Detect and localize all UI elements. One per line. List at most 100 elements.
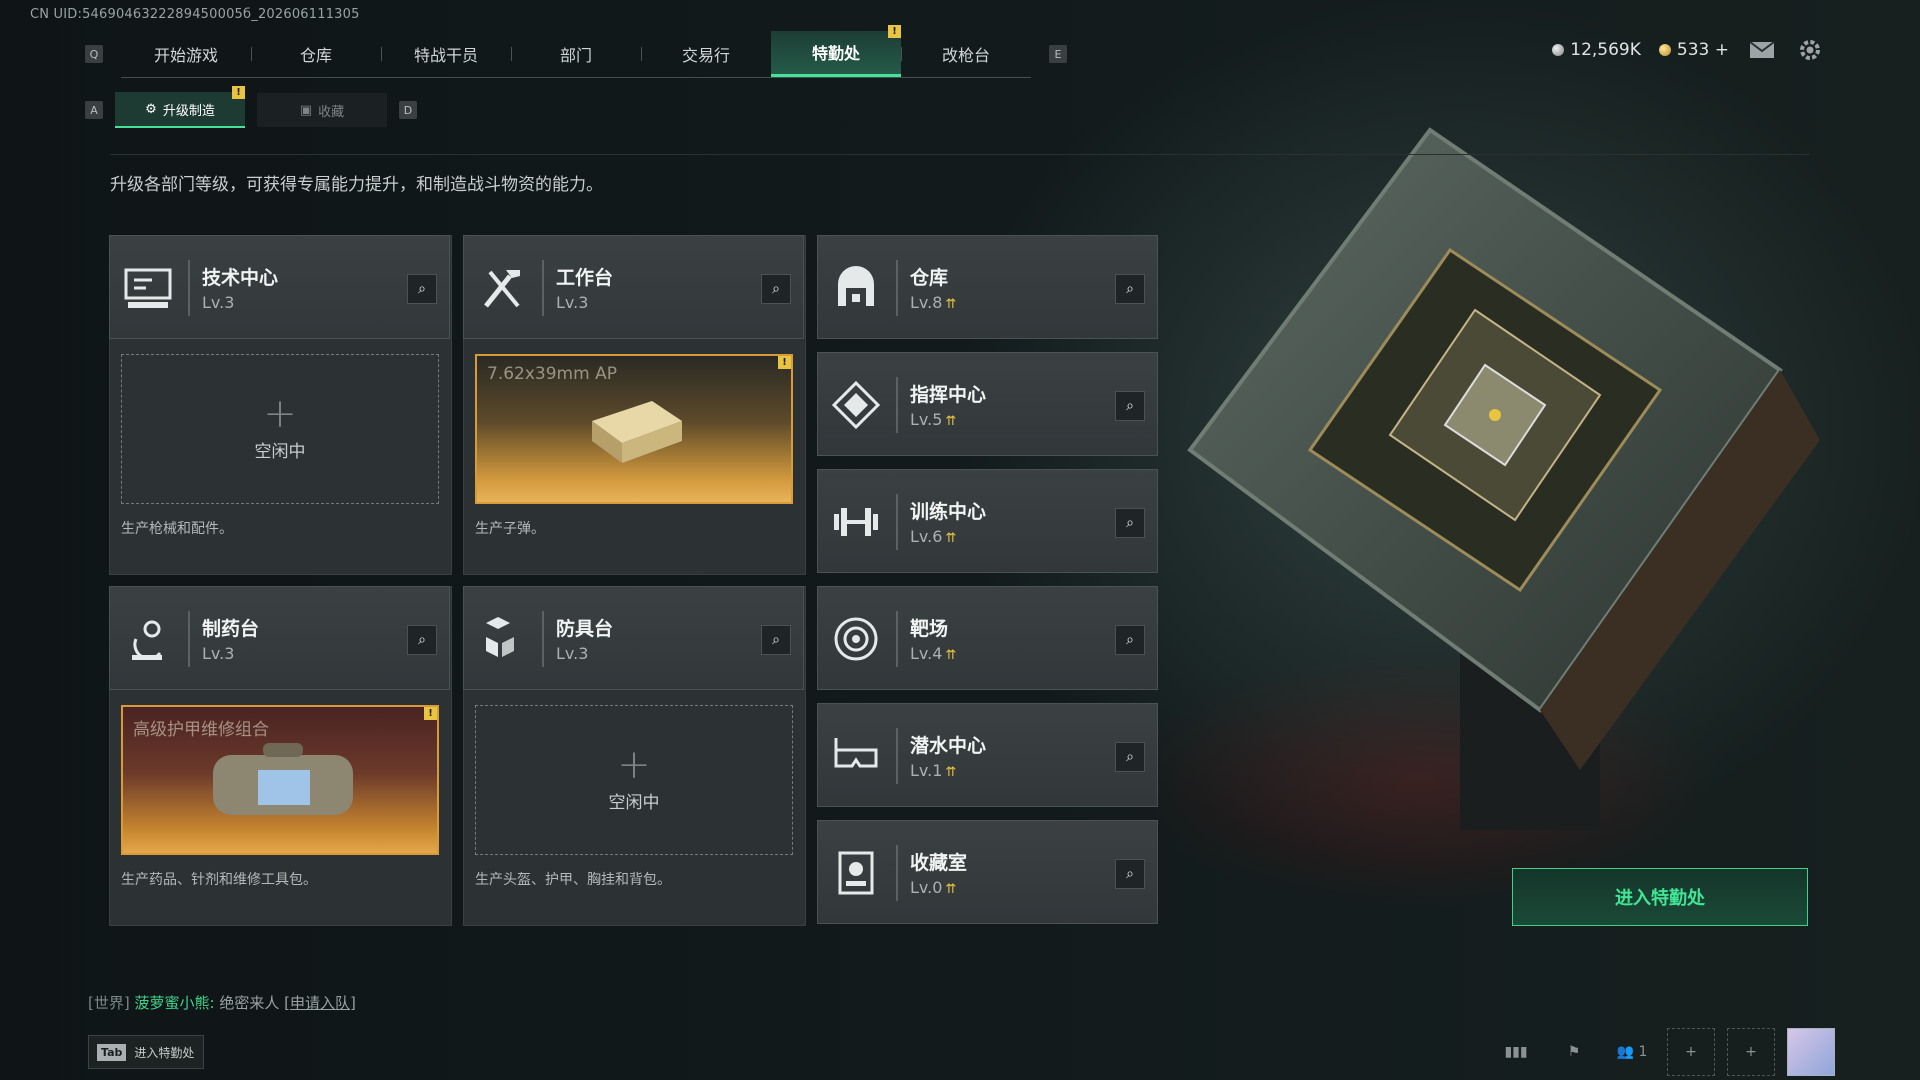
settings-button[interactable] xyxy=(1795,38,1825,62)
header-separator xyxy=(542,611,544,667)
production-desc: 生产枪械和配件。 xyxy=(121,521,233,537)
tab-operators[interactable]: 特战干员 xyxy=(381,31,511,77)
page-description: 升级各部门等级，可获得专属能力提升，和制造战斗物资的能力。 xyxy=(110,175,603,195)
friends-count: 1 xyxy=(1638,1044,1648,1060)
inspect-button[interactable]: ⌕ xyxy=(1115,625,1145,655)
flag-button[interactable]: ⚑ xyxy=(1551,1029,1597,1075)
add-slot-button[interactable]: + xyxy=(1727,1028,1775,1076)
idle-label: 空闲中 xyxy=(608,792,660,813)
friends-button[interactable]: 👥 1 xyxy=(1609,1029,1655,1075)
production-desc: 生产药品、针剂和维修工具包。 xyxy=(121,872,317,888)
training-center-card[interactable]: 训练中心 Lv.6 ⇈ ⌕ xyxy=(817,469,1158,573)
inspect-button[interactable]: ⌕ xyxy=(407,625,437,655)
sub-left-key[interactable]: A xyxy=(85,101,103,119)
mail-button[interactable] xyxy=(1747,38,1777,62)
department-name: 指挥中心 xyxy=(910,384,987,406)
add-slot-button[interactable]: + xyxy=(1667,1028,1715,1076)
target-icon xyxy=(834,617,878,661)
inspect-button[interactable]: ⌕ xyxy=(407,274,437,304)
inspect-button[interactable]: ⌕ xyxy=(1115,859,1145,889)
level-value: Lv.6 xyxy=(910,527,943,546)
inspect-button[interactable]: ⌕ xyxy=(761,625,791,655)
search-icon: ⌕ xyxy=(772,281,780,297)
add-currency-button[interactable]: + xyxy=(1715,40,1729,60)
display-case-icon xyxy=(838,851,874,895)
idle-label: 空闲中 xyxy=(254,441,306,462)
department-name: 训练中心 xyxy=(910,501,987,523)
search-icon: ⌕ xyxy=(772,632,780,648)
mail-icon xyxy=(1749,41,1775,58)
pharmacy-card: 制药台 Lv.3 ⌕ 高级护甲维修组合 ! 生产药品、针剂和维修工具包。 xyxy=(109,586,452,926)
search-icon: ⌕ xyxy=(1126,281,1134,297)
inspect-button[interactable]: ⌕ xyxy=(1115,391,1145,421)
inspect-button[interactable]: ⌕ xyxy=(1115,508,1145,538)
armor-table-header[interactable]: 防具台 Lv.3 ⌕ xyxy=(463,586,804,690)
chat-player-name[interactable]: 菠萝蜜小熊: xyxy=(135,994,215,1012)
gear-icon xyxy=(1800,40,1820,60)
collection-room-card[interactable]: 收藏室 Lv.0 ⇈ ⌕ xyxy=(817,820,1158,924)
header-separator xyxy=(188,611,190,667)
pharmacy-header[interactable]: 制药台 Lv.3 ⌕ xyxy=(109,586,450,690)
apply-join-link[interactable]: [申请入队] xyxy=(284,994,356,1012)
tab-hint-label: 进入特勤处 xyxy=(134,1045,195,1060)
plus-icon: + xyxy=(263,390,297,437)
microscope-icon xyxy=(132,620,162,660)
level-value: Lv.8 xyxy=(910,293,943,312)
alert-badge: ! xyxy=(888,24,901,38)
ammo-box-icon xyxy=(592,401,682,463)
department-level: Lv.0 ⇈ xyxy=(910,878,956,897)
crafting-slot[interactable]: 7.62x39mm AP ! xyxy=(475,354,793,504)
tab-special-ops[interactable]: 特勤处 ! xyxy=(771,24,901,77)
collection-icon: ▣ xyxy=(299,102,313,118)
inspect-button[interactable]: ⌕ xyxy=(1115,274,1145,304)
command-center-card[interactable]: 指挥中心 Lv.5 ⇈ ⌕ xyxy=(817,352,1158,456)
sub-right-key[interactable]: D xyxy=(399,101,417,119)
header-separator xyxy=(896,611,898,667)
department-name: 技术中心 xyxy=(202,267,279,289)
stats-button[interactable]: ▮▮▮ xyxy=(1493,1029,1539,1075)
world-chat-line: [世界] 菠萝蜜小熊: 绝密来人 [申请入队] xyxy=(88,992,356,1013)
shooting-range-card[interactable]: 靶场 Lv.4 ⇈ ⌕ xyxy=(817,586,1158,690)
diving-center-card[interactable]: 潜水中心 Lv.1 ⇈ ⌕ xyxy=(817,703,1158,807)
inspect-button[interactable]: ⌕ xyxy=(761,274,791,304)
tab-shortcut-hint[interactable]: Tab 进入特勤处 xyxy=(88,1035,204,1069)
inspect-button[interactable]: ⌕ xyxy=(1115,742,1145,772)
workbench-header[interactable]: 工作台 Lv.3 ⌕ xyxy=(463,235,804,339)
upgrade-icon: ⚙ xyxy=(145,101,157,117)
tab-gunsmith[interactable]: 改枪台 xyxy=(901,31,1031,77)
tab-warehouse[interactable]: 仓库 xyxy=(251,31,381,77)
tab-upgrade-craft-label: 升级制造 xyxy=(162,103,215,119)
tech-center-header[interactable]: 技术中心 Lv.3 ⌕ xyxy=(109,235,450,339)
tab-start-game[interactable]: 开始游戏 xyxy=(121,31,251,77)
tab-trade[interactable]: 交易行 xyxy=(641,31,771,77)
idle-slot[interactable]: + 空闲中 xyxy=(475,705,793,855)
level-value: Lv.0 xyxy=(910,878,943,897)
bar-chart-icon: ▮▮▮ xyxy=(1504,1044,1528,1060)
friends-icon: 👥 xyxy=(1616,1044,1635,1060)
department-name: 工作台 xyxy=(556,267,614,289)
header-separator xyxy=(896,377,898,433)
upgrade-icon: ⇈ xyxy=(945,414,957,429)
gold-currency[interactable]: 533 + xyxy=(1658,40,1729,60)
avatar[interactable] xyxy=(1787,1028,1835,1076)
top-navigation: Q 开始游戏 仓库 特战干员 部门 交易行 特勤处 ! 改枪台 E xyxy=(85,24,1067,78)
nav-right-key[interactable]: E xyxy=(1049,45,1067,63)
dumbbell-icon xyxy=(834,508,878,536)
warehouse-card[interactable]: 仓库 Lv.8 ⇈ ⌕ xyxy=(817,235,1158,339)
upgrade-icon: ⇈ xyxy=(945,765,957,780)
crafting-slot[interactable]: 高级护甲维修组合 ! xyxy=(121,705,439,855)
main-tabs: 开始游戏 仓库 特战干员 部门 交易行 特勤处 ! 改枪台 xyxy=(121,24,1031,78)
silver-coin-icon xyxy=(1552,44,1565,56)
tab-upgrade-craft[interactable]: ⚙ 升级制造 ! xyxy=(115,86,245,128)
upgrade-icon: ⇈ xyxy=(945,648,957,663)
idle-slot[interactable]: + 空闲中 xyxy=(121,354,439,504)
armor-table-card: 防具台 Lv.3 ⌕ + 空闲中 生产头盔、护甲、胸挂和背包。 xyxy=(463,586,806,926)
department-level: Lv.3 xyxy=(556,293,589,312)
nav-left-key[interactable]: Q xyxy=(85,45,103,63)
tab-collection[interactable]: ▣ 收藏 xyxy=(257,93,387,127)
department-level: Lv.3 xyxy=(202,644,235,663)
enter-special-ops-button[interactable]: 进入特勤处 xyxy=(1512,868,1808,926)
department-level: Lv.4 ⇈ xyxy=(910,644,956,663)
tab-departments[interactable]: 部门 xyxy=(511,31,641,77)
command-icon xyxy=(831,380,881,430)
